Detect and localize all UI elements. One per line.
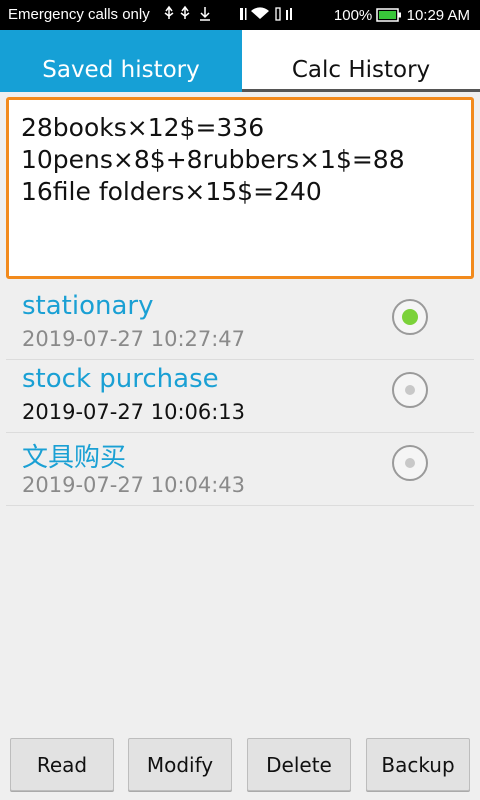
history-item-stock-purchase[interactable]: stock purchase 2019-07-27 10:06:13: [6, 360, 474, 433]
history-item-stationary[interactable]: stationary 2019-07-27 10:27:47: [6, 287, 474, 360]
history-item-stationery-purchase-cn[interactable]: 文具购买 2019-07-27 10:04:43: [6, 433, 474, 506]
history-content-textarea[interactable]: 28books×12$=336 10pens×8$+8rubbers×1$=88…: [6, 97, 474, 279]
history-list: stationary 2019-07-27 10:27:47 stock pur…: [6, 287, 474, 506]
select-radio[interactable]: [392, 372, 428, 408]
battery-percent: 100%: [333, 7, 373, 24]
editor-line-1: 28books×12$=336: [21, 113, 265, 142]
history-item-date: 2019-07-27 10:04:43: [22, 473, 246, 497]
read-button[interactable]: Read: [10, 738, 114, 791]
history-item-title: stationary: [22, 291, 154, 321]
tab-bar: Saved history Calc History: [0, 30, 480, 92]
history-item-date: 2019-07-27 10:27:47: [22, 327, 246, 351]
tab-saved-history[interactable]: Saved history: [0, 30, 242, 92]
carrier-text: Emergency calls only: [8, 6, 150, 23]
status-right: 100% 10:29 AM: [238, 6, 470, 24]
backup-button[interactable]: Backup: [366, 738, 470, 791]
signal-wifi-icons: [239, 7, 292, 21]
clock: 10:29 AM: [406, 7, 470, 24]
status-bar: Emergency calls only 100% 10:29 AM: [0, 0, 480, 30]
select-radio[interactable]: [392, 445, 428, 481]
delete-button[interactable]: Delete: [247, 738, 351, 791]
modify-button[interactable]: Modify: [128, 738, 232, 791]
history-item-title: 文具购买: [22, 443, 127, 473]
select-radio[interactable]: [392, 299, 428, 335]
editor-line-3: 16file folders×15$=240: [21, 177, 322, 206]
tab-calc-history[interactable]: Calc History: [242, 30, 480, 92]
history-item-title: stock purchase: [22, 364, 219, 394]
history-item-date: 2019-07-27 10:06:13: [22, 400, 246, 424]
usb-icons: [163, 5, 219, 27]
battery-icon: [376, 8, 402, 22]
tab-saved-history-label: Saved history: [42, 57, 200, 83]
editor-line-2: 10pens×8$+8rubbers×1$=88: [21, 145, 405, 174]
tab-calc-history-label: Calc History: [291, 57, 431, 83]
